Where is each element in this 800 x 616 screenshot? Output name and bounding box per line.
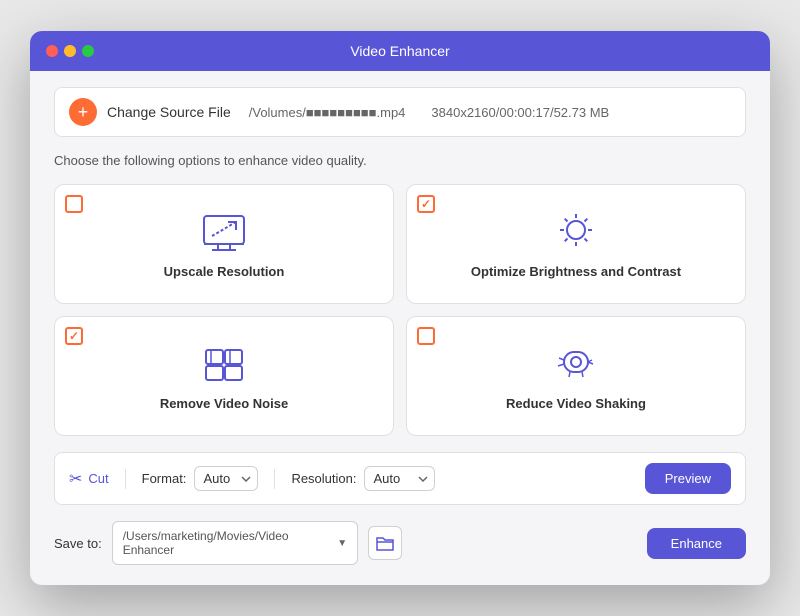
window-title: Video Enhancer	[350, 43, 449, 59]
cut-button[interactable]: ✂ Cut	[69, 469, 109, 489]
format-label: Format:	[142, 471, 187, 486]
app-window: Video Enhancer + Change Source File /Vol…	[30, 31, 770, 585]
checkbox-noise[interactable]	[65, 327, 83, 345]
toolbar-divider-2	[274, 469, 275, 489]
upscale-icon	[198, 210, 250, 254]
shaking-icon	[550, 342, 602, 386]
toolbar-divider-1	[125, 469, 126, 489]
checkbox-brightness[interactable]	[417, 195, 435, 213]
option-label-noise: Remove Video Noise	[160, 396, 288, 411]
option-label-upscale: Upscale Resolution	[164, 264, 285, 279]
resolution-label: Resolution:	[291, 471, 356, 486]
save-bar: Save to: /Users/marketing/Movies/Video E…	[54, 521, 746, 565]
titlebar: Video Enhancer	[30, 31, 770, 71]
main-content: + Change Source File /Volumes/■■■■■■■■■.…	[30, 71, 770, 585]
dropdown-arrow-icon: ▼	[337, 538, 347, 549]
format-select[interactable]: Auto MP4 MOV AVI MKV	[194, 466, 258, 491]
change-source-label: Change Source File	[107, 104, 231, 120]
checkbox-shaking[interactable]	[417, 327, 435, 345]
resolution-select[interactable]: Auto 720p 1080p 4K	[364, 466, 435, 491]
bottom-toolbar: ✂ Cut Format: Auto MP4 MOV AVI MKV Resol…	[54, 452, 746, 505]
add-source-button[interactable]: +	[69, 98, 97, 126]
maximize-button[interactable]	[82, 45, 94, 57]
option-card-brightness[interactable]: Optimize Brightness and Contrast	[406, 184, 746, 304]
minimize-button[interactable]	[64, 45, 76, 57]
options-grid: Upscale Resolution	[54, 184, 746, 436]
source-file-path: /Volumes/■■■■■■■■■.mp4	[249, 105, 406, 120]
save-to-label: Save to:	[54, 536, 102, 551]
save-path-display[interactable]: /Users/marketing/Movies/Video Enhancer ▼	[112, 521, 358, 565]
brightness-icon	[550, 210, 602, 254]
save-path-text: /Users/marketing/Movies/Video Enhancer	[123, 529, 338, 557]
resolution-group: Resolution: Auto 720p 1080p 4K	[291, 466, 435, 491]
checkbox-upscale[interactable]	[65, 195, 83, 213]
browse-folder-button[interactable]	[368, 526, 402, 560]
scissors-icon: ✂	[69, 469, 82, 489]
option-label-brightness: Optimize Brightness and Contrast	[471, 264, 681, 279]
traffic-lights	[46, 45, 94, 57]
source-file-meta: 3840x2160/00:00:17/52.73 MB	[431, 105, 609, 120]
cut-label: Cut	[88, 471, 108, 486]
folder-icon	[376, 535, 394, 551]
option-label-shaking: Reduce Video Shaking	[506, 396, 646, 411]
option-card-shaking[interactable]: Reduce Video Shaking	[406, 316, 746, 436]
enhance-button[interactable]: Enhance	[647, 528, 746, 559]
option-card-upscale[interactable]: Upscale Resolution	[54, 184, 394, 304]
option-card-noise[interactable]: Remove Video Noise	[54, 316, 394, 436]
instruction-text: Choose the following options to enhance …	[54, 153, 746, 168]
close-button[interactable]	[46, 45, 58, 57]
noise-icon	[198, 342, 250, 386]
format-group: Format: Auto MP4 MOV AVI MKV	[142, 466, 259, 491]
preview-button[interactable]: Preview	[645, 463, 731, 494]
source-bar: + Change Source File /Volumes/■■■■■■■■■.…	[54, 87, 746, 137]
